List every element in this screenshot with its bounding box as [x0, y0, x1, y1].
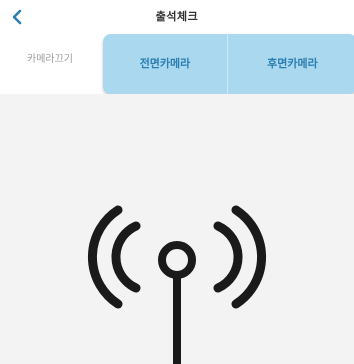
header-bar: 출석체크: [0, 0, 354, 34]
camera-preview-area: [0, 94, 354, 364]
tab-rear-camera[interactable]: 후면카메라: [228, 34, 354, 94]
tab-camera-off[interactable]: 카메라끄기: [0, 34, 100, 94]
camera-tab-bar: 카메라끄기 전면카메라 후면카메라: [0, 34, 354, 94]
page-title: 출석체크: [155, 10, 199, 23]
camera-selector-pill: 전면카메라 후면카메라: [103, 34, 354, 94]
antenna-broadcast-icon: [87, 205, 267, 364]
tab-front-camera[interactable]: 전면카메라: [103, 34, 227, 94]
